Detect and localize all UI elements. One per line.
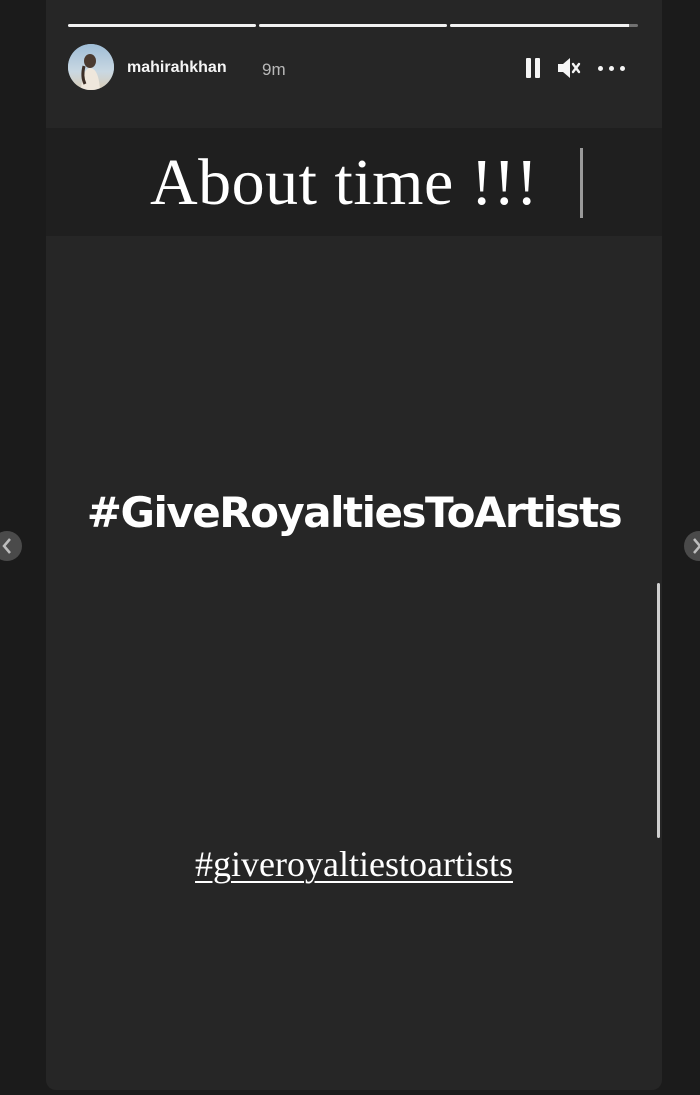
story-card[interactable]: mahirahkhan 9m About time !!! #GiveRoyal… (46, 0, 662, 1090)
story-title-text: About time !!! (150, 146, 539, 219)
chevron-left-icon (2, 538, 11, 554)
mute-button[interactable] (556, 56, 584, 80)
progress-segment-current (450, 24, 638, 27)
story-header: mahirahkhan 9m (68, 44, 640, 92)
more-options-icon (598, 66, 603, 71)
previous-story-button[interactable] (0, 531, 22, 561)
pause-button[interactable] (524, 56, 544, 80)
avatar[interactable] (68, 44, 114, 90)
scrollbar[interactable] (657, 583, 660, 838)
chevron-right-icon (693, 538, 700, 554)
text-caret (580, 148, 583, 218)
story-progress-bar (68, 24, 638, 27)
more-options-button[interactable] (596, 56, 630, 80)
story-viewer: mahirahkhan 9m About time !!! #GiveRoyal… (0, 0, 700, 1095)
progress-segment (68, 24, 256, 27)
username-link[interactable]: mahirahkhan (127, 59, 227, 77)
next-story-button[interactable] (684, 531, 700, 561)
hashtag-link[interactable]: #giveroyaltiestoartists (46, 843, 662, 885)
muted-speaker-icon (558, 58, 581, 78)
timestamp: 9m (262, 60, 286, 79)
progress-segment (259, 24, 447, 27)
pause-icon (526, 58, 531, 78)
hashtag-sticker: #GiveRoyaltiesToArtists (86, 488, 623, 537)
